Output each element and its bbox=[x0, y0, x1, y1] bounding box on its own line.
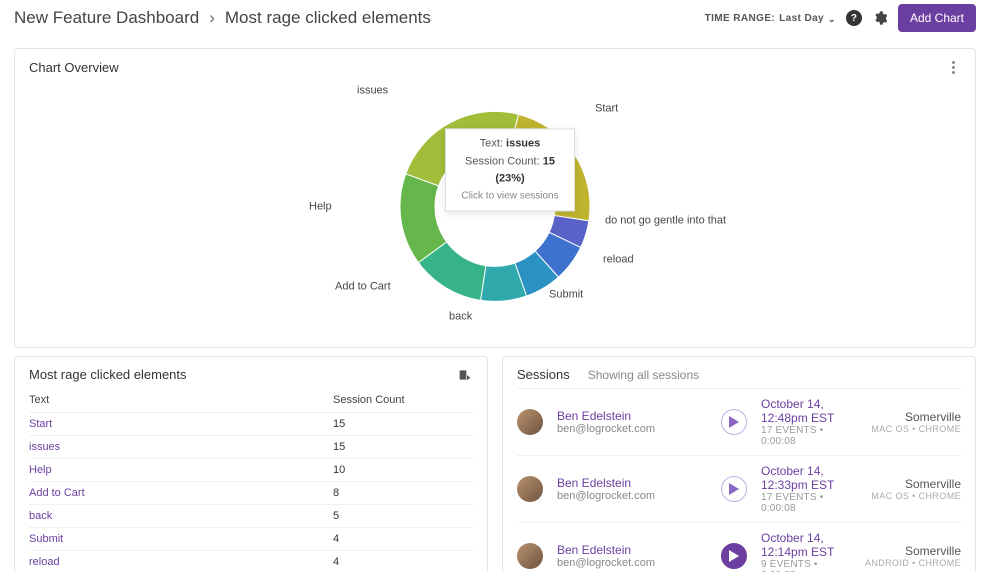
donut-chart[interactable]: issues Start Help Add to Cart back Submi… bbox=[305, 78, 685, 338]
rage-table-panel: Most rage clicked elements Text Session … bbox=[14, 356, 488, 572]
chart-label-addcart: Add to Cart bbox=[335, 280, 391, 292]
session-user-link[interactable]: Ben Edelstein bbox=[557, 409, 707, 423]
row-text-link[interactable]: Add to Cart bbox=[29, 487, 333, 499]
play-session-button[interactable] bbox=[721, 543, 747, 569]
row-count: 8 bbox=[333, 487, 473, 499]
chart-overview-card: Chart Overview issues Start Help Add to … bbox=[14, 48, 976, 348]
time-range-value: Last Day bbox=[779, 13, 824, 24]
tooltip-count-prefix: Session Count: bbox=[465, 155, 543, 167]
chart-label-submit: Submit bbox=[549, 288, 583, 300]
session-env: MAC OS • CHROME bbox=[871, 424, 961, 434]
session-meta: 17 EVENTS • 0:00:08 bbox=[761, 425, 857, 447]
chart-label-back: back bbox=[449, 310, 472, 322]
session-env: ANDROID • CHROME bbox=[865, 558, 961, 568]
session-user-email: ben@logrocket.com bbox=[557, 490, 707, 502]
tooltip-text-prefix: Text: bbox=[480, 137, 506, 149]
table-row: reload4 bbox=[29, 550, 473, 572]
export-icon[interactable] bbox=[457, 368, 473, 382]
avatar bbox=[517, 476, 543, 502]
session-user-link[interactable]: Ben Edelstein bbox=[557, 543, 707, 557]
table-row: Submit4 bbox=[29, 527, 473, 550]
chart-label-issues: issues bbox=[357, 84, 388, 96]
sessions-subtitle: Showing all sessions bbox=[588, 368, 699, 382]
session-user-email: ben@logrocket.com bbox=[557, 557, 707, 569]
row-text-link[interactable]: Start bbox=[29, 418, 333, 430]
row-count: 5 bbox=[333, 510, 473, 522]
table-row: issues15 bbox=[29, 435, 473, 458]
col-text: Text bbox=[29, 394, 333, 406]
session-row: Ben Edelsteinben@logrocket.com October 14… bbox=[517, 455, 961, 522]
session-row: Ben Edelsteinben@logrocket.com October 14… bbox=[517, 522, 961, 572]
chart-label-reload: reload bbox=[603, 253, 634, 265]
session-row: Ben Edelsteinben@logrocket.com October 14… bbox=[517, 388, 961, 455]
session-time-link[interactable]: October 14, 12:14pm EST bbox=[761, 531, 851, 559]
session-location: Somerville bbox=[871, 410, 961, 424]
table-row: Help10 bbox=[29, 458, 473, 481]
chart-tooltip: Text: issues Session Count: 15 (23%) Cli… bbox=[445, 128, 575, 211]
avatar bbox=[517, 409, 543, 435]
tooltip-hint: Click to view sessions bbox=[458, 188, 562, 204]
session-user-email: ben@logrocket.com bbox=[557, 423, 707, 435]
breadcrumb: New Feature Dashboard › Most rage clicke… bbox=[14, 8, 431, 28]
session-time-link[interactable]: October 14, 12:48pm EST bbox=[761, 397, 857, 425]
session-location: Somerville bbox=[871, 477, 961, 491]
gear-icon[interactable] bbox=[872, 10, 888, 26]
breadcrumb-sep-icon: › bbox=[209, 8, 215, 28]
row-text-link[interactable]: Submit bbox=[29, 533, 333, 545]
rage-table-title: Most rage clicked elements bbox=[29, 367, 187, 382]
session-env: MAC OS • CHROME bbox=[871, 491, 961, 501]
time-range-label: TIME RANGE: bbox=[705, 13, 776, 24]
add-chart-button[interactable]: Add Chart bbox=[898, 4, 976, 32]
row-count: 4 bbox=[333, 556, 473, 568]
row-text-link[interactable]: Help bbox=[29, 464, 333, 476]
session-meta: 9 EVENTS • 0:00:02 bbox=[761, 559, 851, 572]
row-text-link[interactable]: issues bbox=[29, 441, 333, 453]
chevron-down-icon: ⌄ bbox=[828, 14, 836, 25]
session-user-link[interactable]: Ben Edelstein bbox=[557, 476, 707, 490]
breadcrumb-current: Most rage clicked elements bbox=[225, 8, 431, 28]
breadcrumb-root[interactable]: New Feature Dashboard bbox=[14, 8, 199, 28]
chart-label-help: Help bbox=[309, 200, 332, 212]
session-time-link[interactable]: October 14, 12:33pm EST bbox=[761, 464, 857, 492]
play-session-button[interactable] bbox=[721, 409, 747, 435]
table-row: back5 bbox=[29, 504, 473, 527]
sessions-panel: Sessions Showing all sessions Ben Edelst… bbox=[502, 356, 976, 572]
help-icon[interactable]: ? bbox=[846, 10, 862, 26]
row-count: 15 bbox=[333, 418, 473, 430]
chart-label-start: Start bbox=[595, 102, 618, 114]
chart-overview-title: Chart Overview bbox=[29, 60, 119, 75]
row-text-link[interactable]: back bbox=[29, 510, 333, 522]
play-session-button[interactable] bbox=[721, 476, 747, 502]
sessions-title: Sessions bbox=[517, 367, 570, 382]
session-location: Somerville bbox=[865, 544, 961, 558]
session-meta: 17 EVENTS • 0:00:08 bbox=[761, 492, 857, 514]
row-count: 10 bbox=[333, 464, 473, 476]
table-row: Add to Cart8 bbox=[29, 481, 473, 504]
card-menu-icon[interactable] bbox=[945, 59, 961, 75]
time-range-selector[interactable]: TIME RANGE: Last Day ⌄ bbox=[705, 13, 836, 24]
avatar bbox=[517, 543, 543, 569]
table-row: Start15 bbox=[29, 412, 473, 435]
row-count: 4 bbox=[333, 533, 473, 545]
col-count: Session Count bbox=[333, 394, 473, 406]
table-header-row: Text Session Count bbox=[29, 388, 473, 412]
row-text-link[interactable]: reload bbox=[29, 556, 333, 568]
tooltip-text-value: issues bbox=[506, 137, 540, 149]
chart-label-donot: do not go gentle into that bbox=[605, 214, 726, 226]
row-count: 15 bbox=[333, 441, 473, 453]
